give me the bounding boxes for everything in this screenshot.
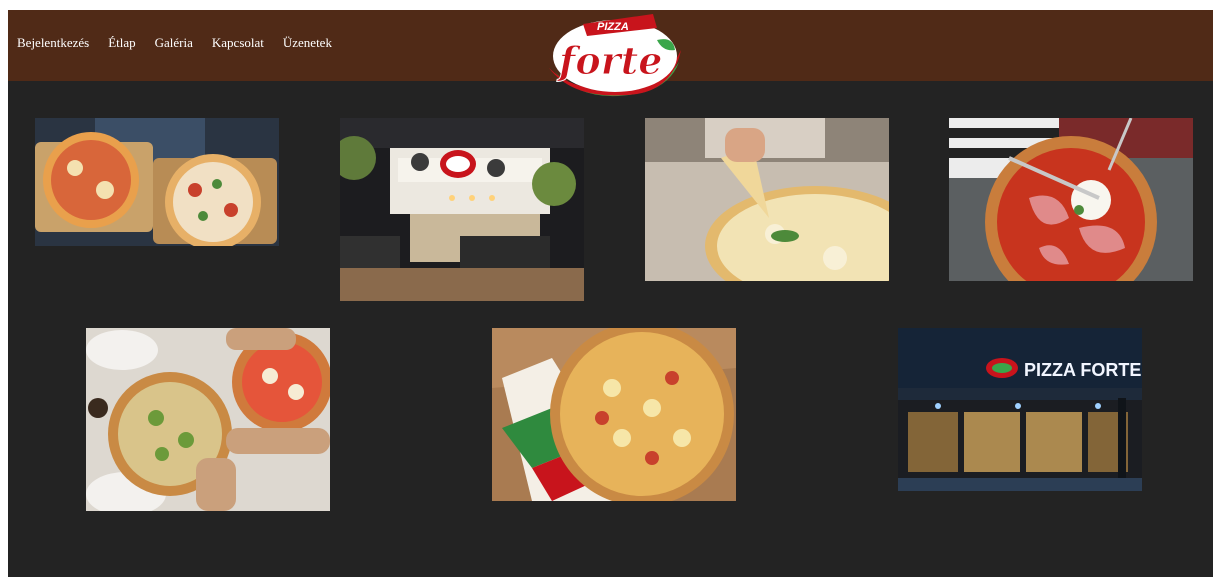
gallery-photo-storefront-night[interactable]: PIZZA FORTE (898, 328, 1142, 491)
pizza-forte-logo[interactable]: PIZZA forte (545, 10, 685, 107)
logo-top-text: PIZZA (597, 21, 629, 33)
gallery-photo-prosciutto-burrata-pizza[interactable] (949, 118, 1193, 281)
nav-menu-card[interactable]: Étlap (108, 35, 135, 51)
logo-main-text: forte (556, 38, 662, 83)
gallery-photo-shared-pizzas[interactable] (86, 328, 330, 511)
nav-menu: Bejelentkezés Étlap Galéria Kapcsolat Üz… (17, 35, 351, 51)
nav-messages[interactable]: Üzenetek (283, 35, 332, 51)
gallery-photo-white-pizza-slice[interactable] (645, 118, 889, 281)
gallery-photo-restaurant-interior[interactable] (340, 118, 584, 301)
page-frame: Bejelentkezés Étlap Galéria Kapcsolat Üz… (8, 10, 1213, 577)
gallery-photo-pizzas-in-boxes[interactable] (35, 118, 279, 246)
gallery-photo-chicken-pineapple-pizza[interactable] (492, 328, 736, 501)
navbar: Bejelentkezés Étlap Galéria Kapcsolat Üz… (8, 10, 1213, 97)
nav-login[interactable]: Bejelentkezés (17, 35, 89, 51)
nav-gallery[interactable]: Galéria (155, 35, 193, 51)
storefront-sign-text: PIZZA FORTE (1024, 360, 1141, 380)
nav-contact[interactable]: Kapcsolat (212, 35, 264, 51)
